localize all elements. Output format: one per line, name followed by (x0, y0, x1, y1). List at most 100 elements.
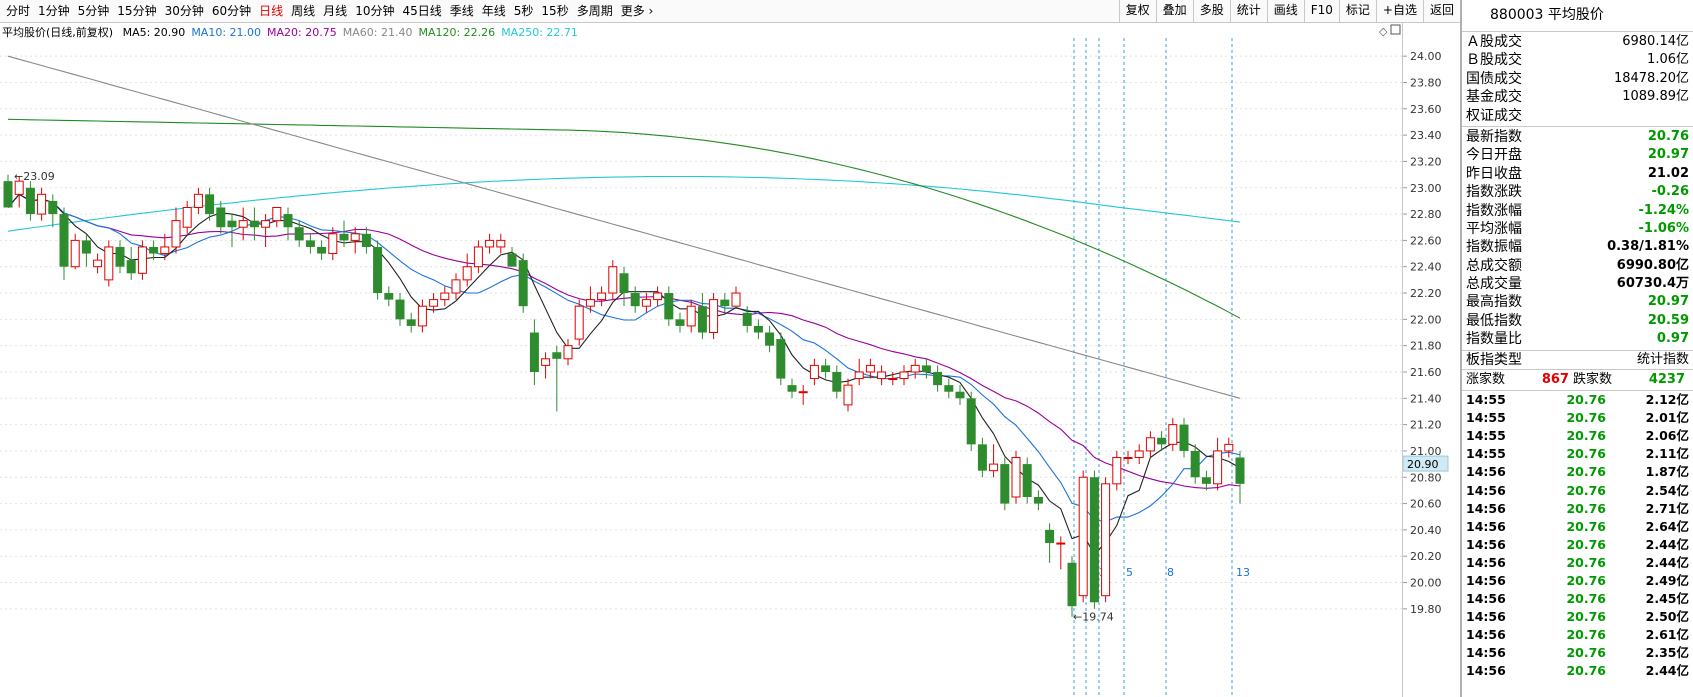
period-tab[interactable]: 45日线 (398, 0, 445, 22)
candle-body (305, 240, 315, 247)
board-type-row: 板指类型 统计指数 (1462, 351, 1693, 371)
y-tick-label: 23.80 (1410, 76, 1442, 89)
candle-body (485, 239, 495, 248)
period-tab[interactable]: 10分钟 (351, 0, 398, 22)
tick-amount: 2.12亿 (1645, 392, 1689, 408)
tick-price: 20.76 (1566, 428, 1606, 444)
tick-list[interactable]: 14:55 20.76 2.12亿 14:55 20.76 2.01亿 14:55 20.76… (1462, 391, 1693, 681)
chart-toolbar: 分时 1分钟 5分钟 15分钟 30分钟 60分钟 日线 周线 月线 10分钟 45日线 季线 年线 5秒… (0, 0, 1460, 23)
candle-body (653, 292, 663, 301)
current-price-label: 20.90 (1407, 458, 1439, 471)
tick-price: 20.76 (1566, 410, 1606, 426)
marker-label: 13 (1236, 566, 1250, 579)
candle-body (193, 193, 203, 208)
period-tab[interactable]: 30分钟 (161, 0, 208, 22)
tick-row: 14:56 20.76 2.35亿 (1462, 644, 1693, 662)
candle-body (1179, 424, 1189, 451)
candle-body (1235, 457, 1245, 484)
tick-amount: 2.44亿 (1645, 536, 1689, 552)
stat-row: 指数振幅 0.38/1.81% (1462, 238, 1693, 256)
tool-button[interactable]: 叠加 (1155, 0, 1193, 22)
tick-price: 20.76 (1566, 627, 1606, 643)
candle-body (821, 365, 831, 372)
stat-label: 最新指数 (1466, 128, 1522, 145)
period-tab[interactable]: 年线 (478, 0, 510, 22)
stat-value: 0.38/1.81% (1607, 239, 1689, 255)
tick-price: 20.76 (1566, 518, 1606, 534)
tick-price: 20.76 (1566, 663, 1606, 679)
tick-time: 14:55 (1466, 410, 1506, 426)
tool-button[interactable]: 画线 (1266, 0, 1304, 22)
stat-label: Ｂ股成交 (1466, 52, 1522, 69)
candle-body (989, 463, 999, 472)
tick-row: 14:56 20.76 1.87亿 (1462, 463, 1693, 481)
tool-button[interactable]: 多股 (1192, 0, 1230, 22)
tick-row: 14:55 20.76 2.12亿 (1462, 391, 1693, 409)
kline-chart[interactable]: 24.00 23.80 23.60 23.40 23.20 23.00 22.80 22.60… (0, 22, 1460, 697)
tool-button[interactable]: 统计 (1229, 0, 1267, 22)
period-tab[interactable]: 月线 (319, 0, 351, 22)
tick-price: 20.76 (1566, 482, 1606, 498)
period-tab[interactable]: 5分钟 (74, 0, 114, 22)
stat-row: 今日开盘 20.97 (1462, 146, 1693, 164)
candle-body (720, 299, 730, 307)
period-tab[interactable]: 60分钟 (208, 0, 255, 22)
tool-button[interactable]: +自选 (1375, 0, 1423, 22)
candle-body (854, 371, 864, 380)
stat-row: 指数涨跌 -0.26 (1462, 183, 1693, 201)
candle-body (1022, 464, 1032, 497)
candle-body (384, 293, 394, 300)
stat-label: 总成交额 (1466, 257, 1522, 274)
candle-body (429, 299, 439, 307)
candle-body (888, 378, 898, 381)
square-icon (1390, 24, 1401, 35)
stat-value: 20.97 (1647, 294, 1689, 310)
candle-body (462, 266, 472, 281)
stat-row: 基金成交 1089.89亿 (1462, 88, 1693, 106)
y-tick-label: 21.80 (1410, 340, 1442, 353)
period-tab[interactable]: 1分钟 (34, 0, 74, 22)
tick-row: 14:55 20.76 2.01亿 (1462, 409, 1693, 427)
candle-body (966, 398, 976, 445)
period-tabs: 分时 1分钟 5分钟 15分钟 30分钟 60分钟 日线 周线 月线 10分钟 45日线 季线 年线 5秒… (2, 0, 657, 22)
period-tab[interactable]: 分时 (2, 0, 34, 22)
candle-body (93, 259, 103, 268)
tick-time: 14:55 (1466, 392, 1506, 408)
candle-body (1213, 450, 1223, 485)
y-tick-label: 20.00 (1410, 577, 1442, 590)
candle-body (115, 246, 125, 267)
period-tab[interactable]: 周线 (287, 0, 319, 22)
tool-button[interactable]: F10 (1303, 0, 1339, 22)
tick-time: 14:56 (1466, 591, 1506, 607)
candle-body (1033, 496, 1043, 504)
candle-body (1045, 529, 1055, 544)
period-tab[interactable]: 15分钟 (113, 0, 160, 22)
tool-button[interactable]: 标记 (1338, 0, 1376, 22)
period-tab[interactable]: 5秒 (510, 0, 538, 22)
period-tab[interactable]: 日线 (255, 0, 287, 22)
stat-label: 指数涨幅 (1466, 202, 1522, 219)
tick-amount: 2.44亿 (1645, 663, 1689, 679)
period-tab[interactable]: 更多 (617, 0, 658, 22)
candle-body (709, 299, 719, 333)
candle-body (933, 371, 943, 386)
tick-time: 14:56 (1466, 464, 1506, 480)
stat-label: 基金成交 (1466, 89, 1522, 106)
y-tick-label: 22.40 (1410, 261, 1442, 274)
stat-label: 权证成交 (1466, 107, 1522, 124)
y-tick-label: 20.20 (1410, 550, 1442, 563)
period-tab[interactable]: 多周期 (573, 0, 617, 22)
candle-body (1224, 443, 1234, 452)
tool-button[interactable]: 返回 (1422, 0, 1460, 22)
y-tick-label: 22.20 (1410, 287, 1442, 300)
period-tab[interactable]: 季线 (446, 0, 478, 22)
tick-amount: 2.61亿 (1645, 627, 1689, 643)
candle-body (249, 220, 259, 228)
tool-button[interactable]: 复权 (1118, 0, 1156, 22)
period-tab[interactable]: 15秒 (537, 0, 572, 22)
y-tick-label: 23.20 (1410, 155, 1442, 168)
candle-body (619, 273, 629, 294)
stat-row: 昨日收盘 21.02 (1462, 165, 1693, 183)
stat-row: Ａ股成交 6980.14亿 (1462, 33, 1693, 51)
candle-body (910, 364, 920, 373)
